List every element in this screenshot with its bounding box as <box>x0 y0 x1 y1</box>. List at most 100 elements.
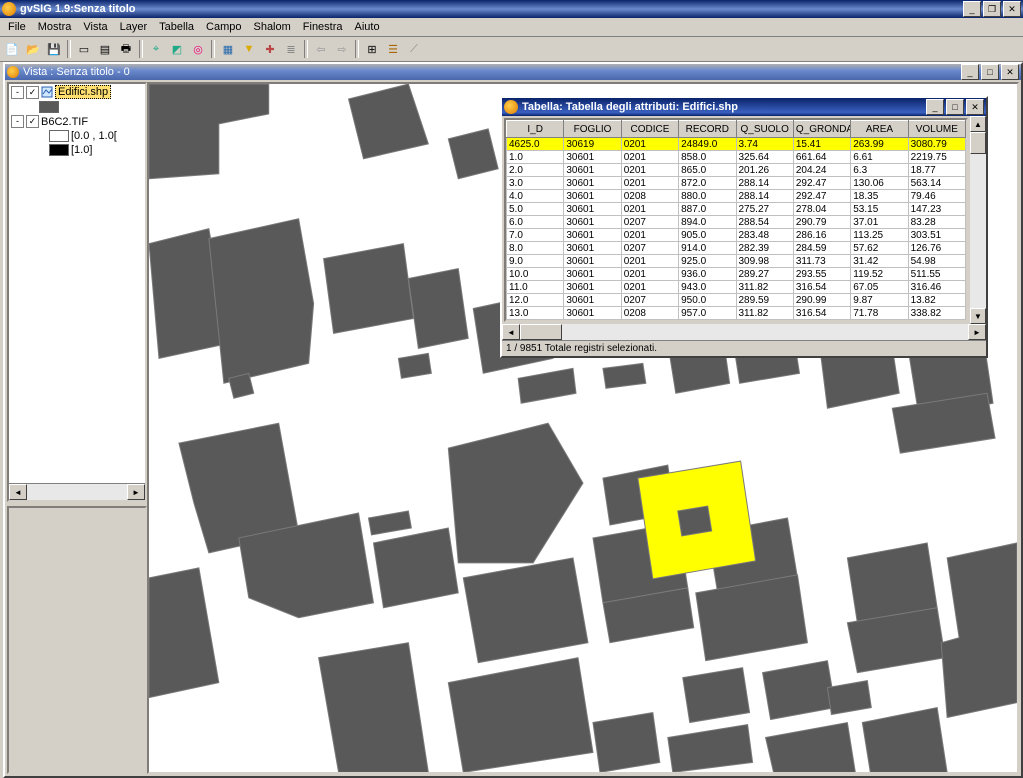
table-cell[interactable]: 263.99 <box>851 138 908 151</box>
table-cell[interactable]: 37.01 <box>851 216 908 229</box>
table-cell[interactable]: 865.0 <box>679 164 736 177</box>
table-cell[interactable]: 30601 <box>564 294 621 307</box>
attribute-table[interactable]: I_DFOGLIOCODICERECORDQ_SUOLOQ_GRONDAAREA… <box>506 120 966 320</box>
table-cell[interactable]: 30601 <box>564 216 621 229</box>
table-cell[interactable]: 288.54 <box>736 216 793 229</box>
table-cell[interactable]: 290.79 <box>793 216 850 229</box>
menu-aiuto[interactable]: Aiuto <box>349 19 386 35</box>
table-cell[interactable]: 289.59 <box>736 294 793 307</box>
table-cell[interactable]: 858.0 <box>679 151 736 164</box>
table-cell[interactable]: 292.47 <box>793 177 850 190</box>
layer-label-edifici[interactable]: Edifici.shp <box>55 85 111 99</box>
open-icon[interactable]: 📂 <box>23 39 43 59</box>
table-cell[interactable]: 292.47 <box>793 190 850 203</box>
table-cell[interactable]: 872.0 <box>679 177 736 190</box>
chart-icon[interactable]: ✚ <box>260 39 280 59</box>
menu-file[interactable]: File <box>2 19 32 35</box>
table-cell[interactable]: 914.0 <box>679 242 736 255</box>
table-cell[interactable]: 288.14 <box>736 177 793 190</box>
column-header-q_gronda[interactable]: Q_GRONDA <box>793 121 850 138</box>
scroll-left-icon[interactable]: ◄ <box>9 484 27 500</box>
menu-mostra[interactable]: Mostra <box>32 19 78 35</box>
table-cell[interactable]: 71.78 <box>851 307 908 320</box>
table-cell[interactable]: 0201 <box>621 177 678 190</box>
table-cell[interactable]: 30601 <box>564 255 621 268</box>
attribute-table-window[interactable]: Tabella: Tabella degli attributi: Edific… <box>500 96 988 358</box>
table-cell[interactable]: 311.73 <box>793 255 850 268</box>
menu-layer[interactable]: Layer <box>114 19 154 35</box>
table-cell[interactable]: 30601 <box>564 242 621 255</box>
layer-checkbox-raster[interactable] <box>26 115 39 128</box>
document-icon[interactable]: ▤ <box>95 39 115 59</box>
table-cell[interactable]: 204.24 <box>793 164 850 177</box>
table-cell[interactable]: 943.0 <box>679 281 736 294</box>
column-header-codice[interactable]: CODICE <box>621 121 678 138</box>
table-minimize-button[interactable]: _ <box>926 99 944 115</box>
table-cell[interactable]: 282.39 <box>736 242 793 255</box>
table-cell[interactable]: 311.82 <box>736 307 793 320</box>
column-header-q_suolo[interactable]: Q_SUOLO <box>736 121 793 138</box>
table-cell[interactable]: 905.0 <box>679 229 736 242</box>
column-header-area[interactable]: AREA <box>851 121 908 138</box>
table-hscroll[interactable]: ◄ ► <box>502 324 986 340</box>
table-row[interactable]: 5.0306010201887.0275.27278.0453.15147.23 <box>507 203 966 216</box>
table-cell[interactable]: 0201 <box>621 268 678 281</box>
table-cell[interactable]: 0201 <box>621 164 678 177</box>
table-cell[interactable]: 0201 <box>621 281 678 294</box>
table-cell[interactable]: 6.0 <box>507 216 564 229</box>
table-cell[interactable]: 563.14 <box>908 177 965 190</box>
collapse-icon[interactable]: - <box>11 115 24 128</box>
table-row[interactable]: 12.0306010207950.0289.59290.999.8713.82 <box>507 294 966 307</box>
table-vscroll[interactable]: ▲ ▼ <box>970 116 986 324</box>
table-cell[interactable]: 289.27 <box>736 268 793 281</box>
table-cell[interactable]: 293.55 <box>793 268 850 281</box>
table-cell[interactable]: 0207 <box>621 242 678 255</box>
table-cell[interactable]: 30601 <box>564 307 621 320</box>
table-cell[interactable]: 11.0 <box>507 281 564 294</box>
table-cell[interactable]: 6.3 <box>851 164 908 177</box>
table-cell[interactable]: 13.0 <box>507 307 564 320</box>
new-icon[interactable]: 📄 <box>2 39 22 59</box>
table-cell[interactable]: 30619 <box>564 138 621 151</box>
table-cell[interactable]: 0201 <box>621 229 678 242</box>
table-cell[interactable]: 4625.0 <box>507 138 564 151</box>
scroll-up-icon[interactable]: ▲ <box>970 116 986 132</box>
table-row[interactable]: 1.0306010201858.0325.64661.646.612219.75 <box>507 151 966 164</box>
scroll-left-icon[interactable]: ◄ <box>502 324 520 340</box>
table-cell[interactable]: 83.28 <box>908 216 965 229</box>
table-cell[interactable]: 10.0 <box>507 268 564 281</box>
table-cell[interactable]: 30601 <box>564 151 621 164</box>
view-maximize-button[interactable]: □ <box>981 64 999 80</box>
scroll-down-icon[interactable]: ▼ <box>970 308 986 324</box>
column-header-volume[interactable]: VOLUME <box>908 121 965 138</box>
table-row[interactable]: 4625.030619020124849.03.7415.41263.99308… <box>507 138 966 151</box>
layers-icon[interactable]: ≣ <box>281 39 301 59</box>
table-cell[interactable]: 303.51 <box>908 229 965 242</box>
column-header-record[interactable]: RECORD <box>679 121 736 138</box>
layer-checkbox-edifici[interactable] <box>26 86 39 99</box>
table-cell[interactable]: 18.35 <box>851 190 908 203</box>
table-cell[interactable]: 113.25 <box>851 229 908 242</box>
table-cell[interactable]: 2219.75 <box>908 151 965 164</box>
save-icon[interactable]: 💾 <box>44 39 64 59</box>
zoom-layer-icon[interactable]: ◩ <box>167 39 187 59</box>
print-icon[interactable]: 🖶 <box>116 39 136 59</box>
table-row[interactable]: 3.0306010201872.0288.14292.47130.06563.1… <box>507 177 966 190</box>
table-cell[interactable]: 57.62 <box>851 242 908 255</box>
table-row[interactable]: 10.0306010201936.0289.27293.55119.52511.… <box>507 268 966 281</box>
table-cell[interactable]: 6.61 <box>851 151 908 164</box>
table-cell[interactable]: 130.06 <box>851 177 908 190</box>
close-button[interactable]: ✕ <box>1003 1 1021 17</box>
menu-finestra[interactable]: Finestra <box>297 19 349 35</box>
menu-vista[interactable]: Vista <box>77 19 113 35</box>
table-row[interactable]: 4.0306010208880.0288.14292.4718.3579.46 <box>507 190 966 203</box>
table-cell[interactable]: 24849.0 <box>679 138 736 151</box>
locator-icon[interactable]: ◎ <box>188 39 208 59</box>
menu-shalom[interactable]: Shalom <box>247 19 296 35</box>
view-minimize-button[interactable]: _ <box>961 64 979 80</box>
restore-button[interactable]: ❐ <box>983 1 1001 17</box>
table-cell[interactable]: 9.87 <box>851 294 908 307</box>
table-cell[interactable]: 311.82 <box>736 281 793 294</box>
scroll-thumb[interactable] <box>970 132 986 154</box>
table-cell[interactable]: 887.0 <box>679 203 736 216</box>
